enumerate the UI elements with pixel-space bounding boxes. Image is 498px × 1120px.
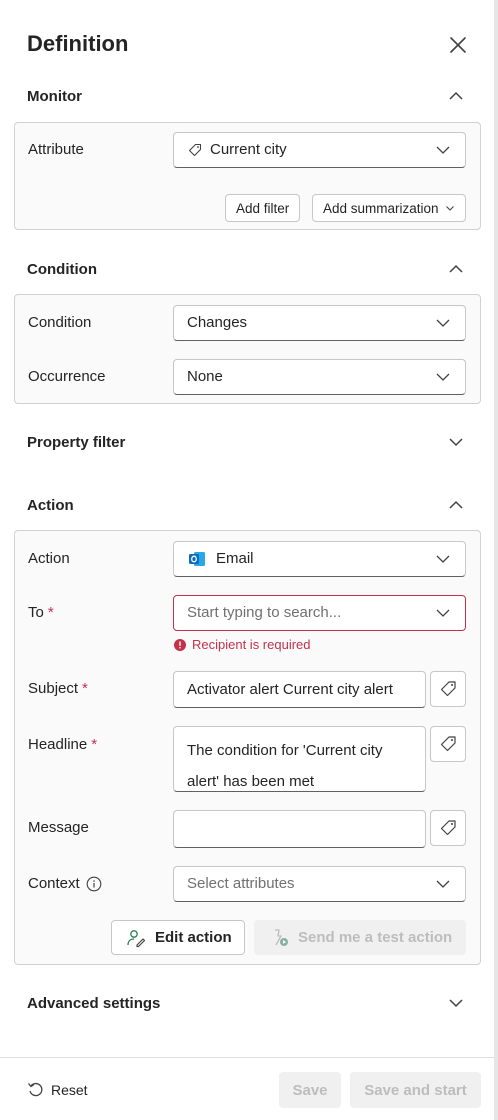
tag-icon	[440, 736, 456, 752]
save-and-start-button[interactable]: Save and start	[350, 1072, 481, 1108]
headline-label-text: Headline	[28, 736, 88, 753]
to-label-text: To	[28, 604, 44, 621]
to-error-text: Recipient is required	[192, 637, 311, 652]
context-dropdown[interactable]: Select attributes	[173, 866, 466, 902]
headline-line: The condition for 'Current city	[187, 742, 383, 759]
tag-icon	[440, 681, 456, 697]
chevron-down-icon[interactable]	[446, 432, 466, 452]
chevron-down-icon	[436, 609, 450, 617]
info-icon[interactable]	[86, 876, 102, 892]
chevron-down-icon	[436, 555, 450, 563]
panel-title: Definition	[27, 31, 129, 56]
context-label-text: Context	[28, 875, 80, 892]
attribute-dropdown[interactable]: Current city	[173, 132, 466, 168]
chevron-down-icon	[436, 880, 450, 888]
context-placeholder: Select attributes	[187, 875, 295, 892]
occurrence-dropdown[interactable]: None	[173, 359, 466, 395]
occurrence-label: Occurrence	[28, 368, 106, 385]
chevron-down-icon	[436, 319, 450, 327]
edit-action-button[interactable]: Edit action	[111, 920, 245, 955]
property-filter-header[interactable]: Property filter	[27, 434, 125, 451]
to-placeholder: Start typing to search...	[187, 604, 342, 621]
subject-label: Subject *	[28, 680, 88, 697]
headline-line: alert' has been met	[187, 773, 315, 790]
chevron-up-icon[interactable]	[446, 495, 466, 515]
condition-label: Condition	[28, 314, 92, 331]
send-test-label: Send me a test action	[298, 929, 453, 946]
add-summarization-label: Add summarization	[323, 200, 439, 216]
chevron-up-icon[interactable]	[446, 259, 466, 279]
chevron-down-icon[interactable]	[446, 993, 466, 1013]
close-icon[interactable]	[446, 33, 470, 57]
chevron-down-icon	[445, 206, 454, 211]
add-summarization-button[interactable]: Add summarization	[312, 194, 466, 222]
monitor-header[interactable]: Monitor	[27, 88, 82, 105]
reset-icon	[28, 1082, 43, 1097]
condition-header[interactable]: Condition	[27, 261, 97, 278]
to-input[interactable]: Start typing to search...	[173, 595, 466, 631]
chevron-up-icon[interactable]	[446, 86, 466, 106]
message-input[interactable]	[173, 810, 426, 848]
add-filter-button[interactable]: Add filter	[225, 194, 301, 222]
message-label: Message	[28, 819, 89, 836]
outlook-icon	[189, 552, 205, 566]
subject-value: Activator alert Current city alert	[187, 681, 393, 698]
send-test-action-button[interactable]: Send me a test action	[254, 920, 466, 955]
context-label: Context	[28, 875, 102, 892]
subject-input[interactable]: Activator alert Current city alert	[173, 671, 426, 708]
attribute-value: Current city	[210, 141, 287, 158]
panel-scroll-edge	[494, 0, 498, 1120]
tag-icon	[440, 820, 456, 836]
action-value: Email	[216, 550, 254, 567]
message-insert-tag-button[interactable]	[430, 810, 466, 846]
add-filter-label: Add filter	[236, 200, 290, 216]
headline-input[interactable]: The condition for 'Current city alert' h…	[173, 726, 426, 792]
reset-label: Reset	[51, 1081, 88, 1098]
action-label: Action	[28, 550, 70, 567]
error-icon	[174, 638, 186, 651]
save-and-start-label: Save and start	[364, 1081, 467, 1099]
save-label: Save	[292, 1081, 328, 1099]
headline-label: Headline *	[28, 736, 97, 753]
tag-icon	[188, 143, 202, 157]
edit-action-label: Edit action	[155, 929, 232, 946]
subject-insert-tag-button[interactable]	[430, 671, 466, 707]
subject-label-text: Subject	[28, 680, 79, 697]
occurrence-value: None	[187, 368, 223, 385]
save-button[interactable]: Save	[279, 1072, 341, 1108]
condition-dropdown[interactable]: Changes	[173, 305, 466, 341]
action-dropdown[interactable]: Email	[173, 541, 466, 577]
required-marker: *	[91, 736, 98, 753]
to-error-message: Recipient is required	[174, 637, 311, 652]
required-marker: *	[47, 604, 54, 621]
attribute-label: Attribute	[28, 141, 84, 158]
to-label: To *	[28, 604, 54, 621]
footer-divider	[0, 1057, 494, 1058]
action-header[interactable]: Action	[27, 497, 74, 514]
chevron-down-icon	[436, 146, 450, 154]
condition-value: Changes	[187, 314, 248, 331]
headline-insert-tag-button[interactable]	[430, 726, 466, 762]
headline-text: The condition for 'Current city alert' h…	[187, 735, 382, 797]
chevron-down-icon	[436, 373, 450, 381]
advanced-settings-header[interactable]: Advanced settings	[27, 995, 160, 1012]
reset-button[interactable]: Reset	[27, 1081, 88, 1098]
required-marker: *	[82, 680, 88, 697]
test-action-icon	[275, 928, 288, 946]
edit-person-icon	[127, 929, 146, 947]
